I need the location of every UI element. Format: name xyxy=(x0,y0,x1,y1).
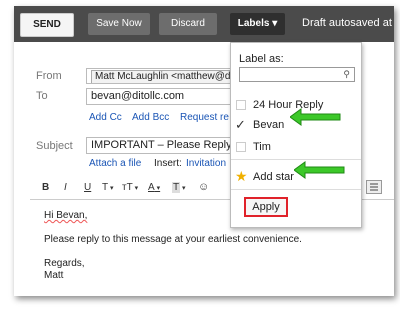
checkbox-unchecked[interactable] xyxy=(236,100,246,110)
chevron-down-icon: ▾ xyxy=(108,185,114,192)
bold-button[interactable]: B xyxy=(42,182,49,193)
from-label: From xyxy=(36,70,62,82)
compose-toolbar: SEND Save Now Discard Labels ▾ Draft aut… xyxy=(14,6,394,42)
underline-button[interactable]: U xyxy=(84,182,91,193)
add-cc-link[interactable]: Add Cc xyxy=(89,112,122,123)
label-item-text: Tim xyxy=(253,141,271,153)
save-now-button[interactable]: Save Now xyxy=(88,13,150,35)
annotation-arrow-icon xyxy=(294,161,345,179)
checkbox-unchecked[interactable] xyxy=(236,142,246,152)
label-search-input[interactable]: ⚲ xyxy=(239,67,355,82)
align-lines-icon xyxy=(370,183,378,191)
body-regards: Regards, xyxy=(44,258,85,269)
menu-divider xyxy=(231,189,361,190)
to-label: To xyxy=(36,90,48,102)
body-signature: Matt xyxy=(44,270,64,281)
chevron-down-icon: ▾ xyxy=(132,185,139,192)
apply-button[interactable]: Apply xyxy=(244,197,288,217)
star-icon: ★ xyxy=(235,168,248,184)
font-size-label: тT xyxy=(122,182,133,193)
highlight-label: T xyxy=(172,182,181,193)
text-color-label: A xyxy=(148,182,155,193)
font-size-button[interactable]: тT ▾ xyxy=(122,182,138,193)
annotation-arrow-icon xyxy=(290,108,341,126)
body-line-1: Please reply to this message at your ear… xyxy=(44,234,302,245)
label-item-text: Bevan xyxy=(253,119,285,131)
labels-dropdown: Label as: ⚲ 24 Hour Reply ✓ Bevan Tim ★ … xyxy=(230,42,362,228)
font-family-button[interactable]: T ▾ xyxy=(102,182,114,193)
subject-label: Subject xyxy=(36,140,73,152)
labels-menu-button[interactable]: Labels ▾ xyxy=(230,13,285,35)
menu-divider xyxy=(231,159,361,160)
insert-invitation-link[interactable]: Invitation xyxy=(186,158,226,169)
add-bcc-link[interactable]: Add Bcc xyxy=(132,112,169,123)
from-chip: Matt McLaughlin <matthew@dito xyxy=(91,70,246,83)
label-as-title: Label as: xyxy=(239,53,284,65)
checkmark-icon[interactable]: ✓ xyxy=(235,117,246,133)
draft-status: Draft autosaved at 1 xyxy=(302,17,394,29)
compose-window: SEND Save Now Discard Labels ▾ Draft aut… xyxy=(14,6,394,296)
send-button[interactable]: SEND xyxy=(20,13,74,37)
highlight-button[interactable]: T ▾ xyxy=(172,182,186,193)
insert-label: Insert: xyxy=(154,158,182,169)
body-greeting: Hi Bevan, xyxy=(44,210,88,221)
add-star-text: Add star xyxy=(253,171,294,183)
discard-button[interactable]: Discard xyxy=(159,13,217,35)
request-receipt-link[interactable]: Request re xyxy=(180,112,229,123)
label-item-tim[interactable]: Tim xyxy=(231,139,361,157)
chevron-down-icon: ▾ xyxy=(154,185,161,192)
text-color-button[interactable]: A ▾ xyxy=(148,182,160,193)
align-icon[interactable] xyxy=(366,180,382,194)
emoji-icon[interactable]: ☺ xyxy=(198,181,209,193)
italic-button[interactable]: I xyxy=(64,182,67,193)
attach-file-link[interactable]: Attach a file xyxy=(89,158,141,169)
search-icon: ⚲ xyxy=(343,69,350,79)
chevron-down-icon: ▾ xyxy=(180,185,186,192)
